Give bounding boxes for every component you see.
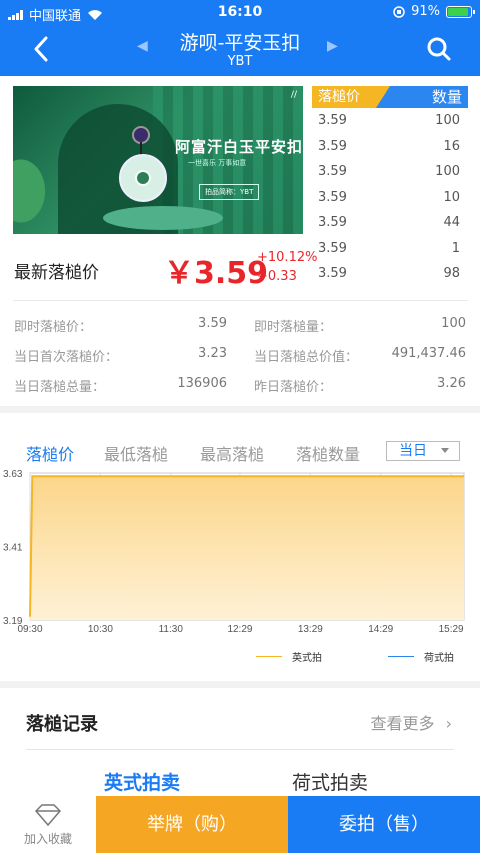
page-subtitle: YBT <box>227 54 253 69</box>
trade-price: 3.59 <box>318 138 347 154</box>
records-divider <box>26 749 454 750</box>
page-title: 游呗-平安玉扣 <box>179 32 301 54</box>
trade-row: 3.59 10 <box>312 185 468 211</box>
trade-price: 3.59 <box>318 164 347 179</box>
x-tick-label: 15:29 <box>439 624 464 635</box>
trade-row: 3.59 98 <box>312 261 468 287</box>
period-select-value: 当日 <box>399 443 427 459</box>
x-tick-label: 13:29 <box>298 624 323 635</box>
view-more-label: 查看更多 <box>370 714 435 733</box>
top-bar: 中国联通 16:10 91% ◀ 游呗-平安玉扣 YBT ▶ <box>0 0 480 76</box>
bid-buy-button[interactable]: 举牌（购） <box>96 796 288 853</box>
legend-english-swatch <box>256 655 282 658</box>
trade-qty: 10 <box>443 189 460 205</box>
trade-row: 3.59 1 <box>312 236 468 262</box>
recent-trades: 落槌价 数量 3.59 100 3.59 16 3.59 100 3.59 10 3.5… <box>312 86 468 287</box>
realtime-qty-value: 100 <box>441 316 466 331</box>
x-tick-label: 10:30 <box>88 624 113 635</box>
trade-qty: 16 <box>443 138 460 154</box>
trade-price: 3.59 <box>318 266 347 281</box>
trade-price: 3.59 <box>318 215 347 230</box>
legend-dutch-label: 荷式拍 <box>424 653 454 664</box>
trade-price: 3.59 <box>318 240 347 256</box>
battery-icon <box>446 5 475 18</box>
product-panel: 阿富汗白玉平安扣 一世喜乐 万事如意 拍品简称：YBT // 最新落槌价 ￥3.… <box>0 76 480 406</box>
trade-qty: 100 <box>435 113 460 128</box>
price-change: +10.12% +0.33 <box>257 248 317 286</box>
total-qty-label: 当日落槌总量： <box>14 380 106 395</box>
latest-price-label: 最新落槌价 <box>14 263 99 283</box>
first-price-label: 当日首次落槌价： <box>14 350 119 365</box>
legend-english-label: 英式拍 <box>292 653 322 664</box>
trade-qty: 100 <box>435 164 460 179</box>
jade-image <box>119 154 167 202</box>
trades-header-qty: 数量 <box>431 88 462 106</box>
x-tick-label: 09:30 <box>17 624 42 635</box>
trades-header-price: 落槌价 <box>312 86 390 108</box>
trade-row: 3.59 100 <box>312 159 468 185</box>
diamond-icon <box>34 804 62 826</box>
tab-max-price[interactable]: 最高落槌 <box>200 441 264 465</box>
next-product-icon[interactable]: ▶ <box>327 38 338 54</box>
price-change-pct: +10.12% <box>257 250 318 265</box>
add-favorite-label: 加入收藏 <box>23 832 72 846</box>
stats-divider <box>13 300 468 301</box>
trade-price: 3.59 <box>318 113 347 128</box>
realtime-qty-label: 即时落槌量： <box>254 320 333 335</box>
x-tick-label: 11:30 <box>159 624 184 635</box>
price-area-chart: 3.633.413.1909:30 10:30 11:30 12:29 13:29 14:… <box>3 469 465 635</box>
period-select[interactable]: 当日 <box>386 441 460 461</box>
search-icon[interactable] <box>426 36 452 62</box>
realtime-price-label: 即时落槌价： <box>14 320 93 335</box>
price-chart-panel: 落槌价 最低落槌 最高落槌 落槌数量 当日 3.63 3.41 3.19 09:30 1… <box>0 413 480 681</box>
view-more-link[interactable]: 查看更多 › <box>370 710 452 734</box>
tab-dutch-auction[interactable]: 荷式拍卖 <box>292 768 368 795</box>
chevron-down-icon <box>441 448 449 453</box>
tab-hammer-price[interactable]: 落槌价 <box>26 441 74 465</box>
x-tick-label: 14:29 <box>368 624 393 635</box>
legend-english: 英式拍 <box>256 649 322 664</box>
trade-row: 3.59 16 <box>312 134 468 160</box>
total-value-label: 当日落槌总价值： <box>254 350 359 365</box>
add-favorite-button[interactable]: 加入收藏 <box>0 796 96 853</box>
trades-header: 落槌价 数量 <box>312 86 468 108</box>
status-bar: 中国联通 16:10 91% <box>0 0 480 26</box>
banner-tagline: 一世喜乐 万事如意 <box>188 159 247 167</box>
realtime-price-value: 3.59 <box>198 316 227 331</box>
trade-row: 3.59 44 <box>312 210 468 236</box>
tab-min-price[interactable]: 最低落槌 <box>104 441 168 465</box>
status-right: 91% <box>393 4 475 19</box>
yesterday-price-label: 昨日落槌价： <box>254 380 333 395</box>
series-english-area <box>30 476 464 620</box>
y-tick-label: 3.41 <box>3 543 23 554</box>
chevron-right-icon: › <box>445 714 452 733</box>
price-change-abs: +0.33 <box>257 269 297 284</box>
consign-sell-button[interactable]: 委拍（售） <box>288 796 480 853</box>
x-tick-label: 12:29 <box>227 624 252 635</box>
banner-brand: 拍品简称：YBT <box>199 184 260 200</box>
records-title: 落槌记录 <box>26 714 98 735</box>
total-qty-value: 136906 <box>177 376 227 391</box>
tab-hammer-qty[interactable]: 落槌数量 <box>296 441 360 465</box>
legend-dutch: 荷式拍 <box>388 649 454 664</box>
banner-title: 阿富汗白玉平安扣 <box>175 138 303 156</box>
yesterday-price-value: 3.26 <box>437 376 466 391</box>
bottom-action-bar: 加入收藏 举牌（购） 委拍（售） <box>0 796 480 853</box>
y-tick-label: 3.63 <box>3 469 23 480</box>
trade-qty: 44 <box>443 215 460 230</box>
trade-price: 3.59 <box>318 189 347 205</box>
product-banner-image[interactable]: 阿富汗白玉平安扣 一世喜乐 万事如意 拍品简称：YBT // <box>13 86 303 234</box>
total-value-value: 491,437.46 <box>391 346 466 361</box>
trade-qty: 98 <box>443 266 460 281</box>
orientation-lock-icon <box>393 5 405 18</box>
banner-corner-mark: // <box>290 90 297 100</box>
battery-percent: 91% <box>411 4 440 19</box>
first-price-value: 3.23 <box>198 346 227 361</box>
trade-qty: 1 <box>451 240 460 256</box>
trade-row: 3.59 100 <box>312 108 468 134</box>
latest-price: ￥3.59 <box>164 256 269 291</box>
legend-dutch-swatch <box>388 655 414 658</box>
tab-english-auction[interactable]: 英式拍卖 <box>104 768 180 795</box>
